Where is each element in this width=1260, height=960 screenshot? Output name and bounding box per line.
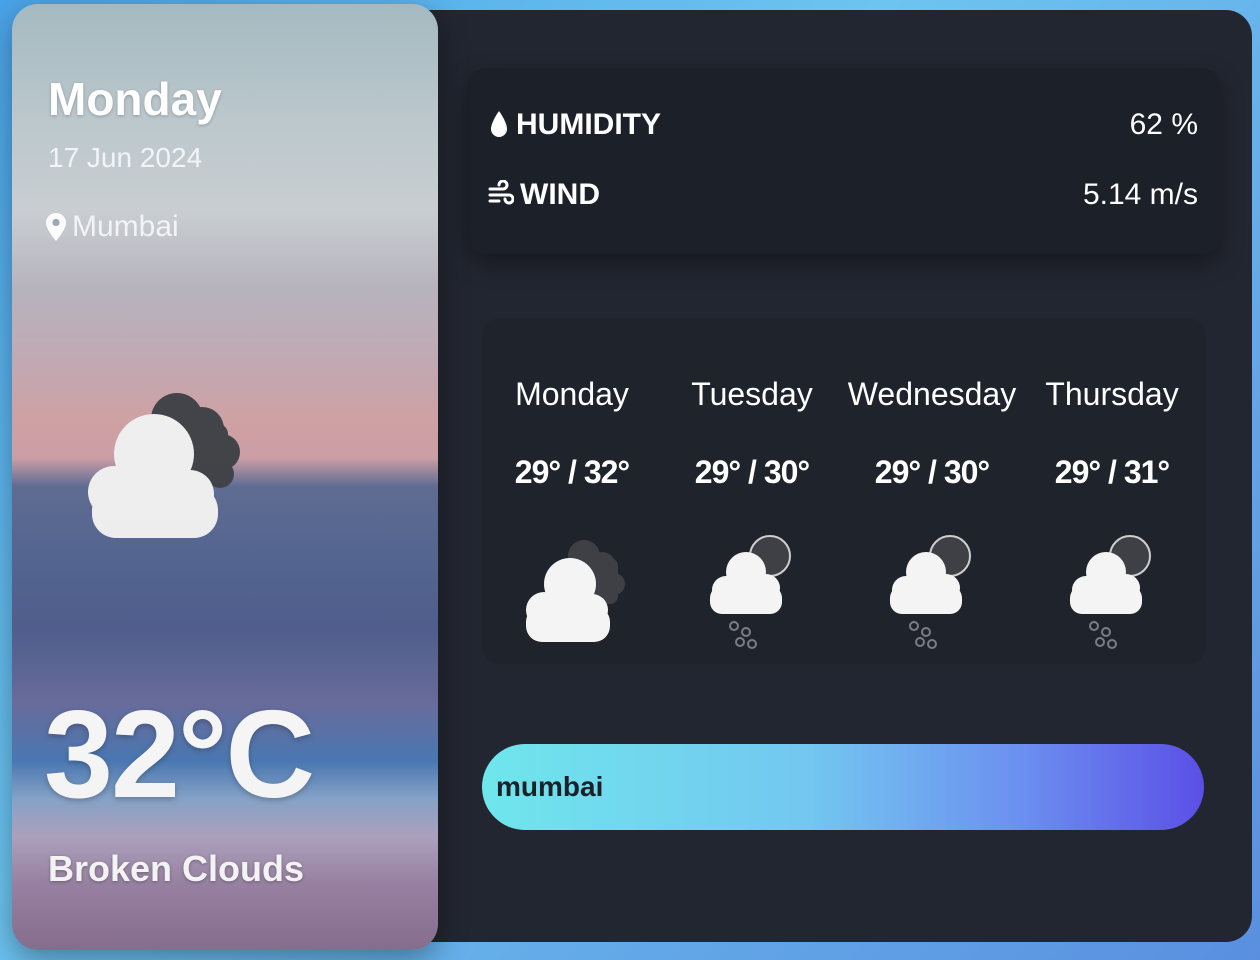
wind-value: 5.14 m/s	[1082, 178, 1198, 211]
wind-row: WIND 5.14 m/s	[488, 178, 1198, 212]
forecast-day-name: Tuesday	[691, 376, 813, 412]
location-pin-icon	[46, 213, 66, 241]
forecast-day-name: Thursday	[1045, 376, 1179, 412]
forecast-day: Tuesday 29° / 30°	[662, 318, 842, 664]
forecast-temps: 29° / 30°	[694, 454, 810, 490]
wind-icon	[488, 180, 514, 205]
current-temperature: 32°C	[44, 686, 315, 824]
location: Mumbai	[46, 210, 179, 244]
stats-card: HUMIDITY 62 % WIND 5.14 m/s	[468, 68, 1220, 254]
forecast-day-name: Wednesday	[847, 376, 1017, 412]
forecast-day-name: Monday	[515, 376, 629, 412]
humidity-label: HUMIDITY	[516, 108, 661, 141]
current-date: 17 Jun 2024	[48, 142, 203, 173]
humidity-value: 62 %	[1129, 108, 1198, 141]
rain-clouds-icon	[890, 535, 971, 649]
weather-description: Broken Clouds	[48, 848, 305, 889]
forecast-temps: 29° / 32°	[514, 454, 630, 490]
forecast-day: Monday 29° / 32°	[482, 318, 662, 664]
wind-label: WIND	[520, 178, 600, 211]
current-day: Monday	[48, 73, 222, 125]
search-bar[interactable]	[482, 744, 1204, 830]
broken-clouds-icon	[88, 393, 240, 538]
forecast-temps: 29° / 31°	[1054, 454, 1170, 490]
forecast-card: Monday 29° / 32° Tuesday 29° / 30° Wedne…	[482, 318, 1206, 664]
current-weather-card: Monday 17 Jun 2024 Mumbai 32°C Broken Cl…	[12, 4, 438, 950]
broken-clouds-icon	[526, 540, 625, 642]
rain-clouds-icon	[1070, 535, 1151, 649]
location-name: Mumbai	[72, 210, 179, 243]
humidity-row: HUMIDITY 62 %	[488, 108, 1198, 142]
rain-clouds-icon	[710, 535, 791, 649]
forecast-day: Thursday 29° / 31°	[1022, 318, 1202, 664]
water-drop-icon	[491, 111, 507, 137]
forecast-day: Wednesday 29° / 30°	[842, 318, 1022, 664]
forecast-temps: 29° / 30°	[874, 454, 990, 490]
city-search-input[interactable]	[496, 771, 1204, 803]
